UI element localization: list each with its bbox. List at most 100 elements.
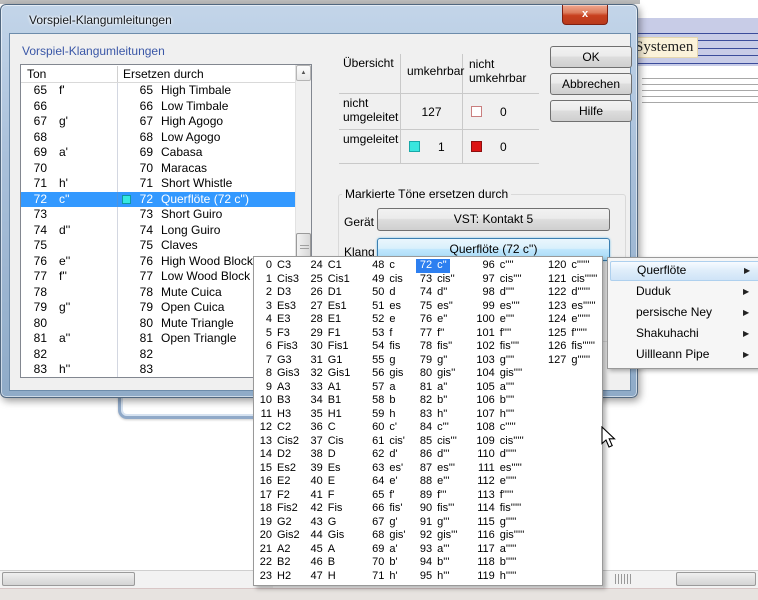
close-button[interactable]: x bbox=[562, 5, 608, 25]
column-header-ersetzen-durch[interactable]: Ersetzen durch bbox=[123, 67, 204, 81]
note-cell[interactable]: 121cis'''''' bbox=[544, 273, 602, 287]
note-cell[interactable]: 88e''' bbox=[416, 475, 473, 489]
note-cell[interactable]: 73cis'' bbox=[416, 273, 473, 287]
note-cell[interactable]: 103g'''' bbox=[473, 354, 545, 368]
tone-row[interactable]: 69a'69Cabasa bbox=[21, 145, 295, 161]
note-cell[interactable]: 124e'''''' bbox=[544, 313, 602, 327]
note-cell[interactable]: 96c'''' bbox=[473, 259, 545, 273]
note-cell[interactable]: 68gis' bbox=[368, 529, 416, 543]
note-cell[interactable]: 102fis'''' bbox=[473, 340, 545, 354]
note-cell[interactable]: 63es' bbox=[368, 462, 416, 476]
note-cell[interactable]: 119h''''' bbox=[473, 570, 545, 584]
note-cell[interactable]: 56gis bbox=[368, 367, 416, 381]
note-cell[interactable]: 6Fis3 bbox=[258, 340, 307, 354]
note-cell[interactable]: 106b'''' bbox=[473, 394, 545, 408]
note-cell[interactable]: 12C2 bbox=[258, 421, 307, 435]
note-cell[interactable]: 10B3 bbox=[258, 394, 307, 408]
note-cell[interactable]: 15Es2 bbox=[258, 462, 307, 476]
note-cell[interactable]: 24C1 bbox=[307, 259, 369, 273]
note-cell[interactable]: 127g'''''' bbox=[544, 354, 602, 368]
note-cell[interactable]: 97cis'''' bbox=[473, 273, 545, 287]
note-cell[interactable]: 107h'''' bbox=[473, 408, 545, 422]
note-cell[interactable]: 98d'''' bbox=[473, 286, 545, 300]
note-cell[interactable]: 65f' bbox=[368, 489, 416, 503]
note-cell[interactable]: 21A2 bbox=[258, 543, 307, 557]
note-cell[interactable]: 19G2 bbox=[258, 516, 307, 530]
tone-row[interactable]: 6666Low Timbale bbox=[21, 99, 295, 115]
note-cell[interactable]: 27Es1 bbox=[307, 300, 369, 314]
note-cell[interactable]: 13Cis2 bbox=[258, 435, 307, 449]
note-cell[interactable]: 125f'''''' bbox=[544, 327, 602, 341]
note-cell[interactable]: 38D bbox=[307, 448, 369, 462]
note-cell[interactable]: 48c bbox=[368, 259, 416, 273]
note-cell[interactable]: 32Gis1 bbox=[307, 367, 369, 381]
note-cell[interactable]: 116gis''''' bbox=[473, 529, 545, 543]
note-cell[interactable]: 25Cis1 bbox=[307, 273, 369, 287]
note-cell[interactable]: 122d'''''' bbox=[544, 286, 602, 300]
note-cell[interactable]: 67g' bbox=[368, 516, 416, 530]
splitter-grip[interactable] bbox=[615, 574, 631, 584]
note-cell[interactable]: 120c'''''' bbox=[544, 259, 602, 273]
note-cell[interactable]: 28E1 bbox=[307, 313, 369, 327]
note-cell[interactable]: 14D2 bbox=[258, 448, 307, 462]
note-cell[interactable]: 101f'''' bbox=[473, 327, 545, 341]
note-cell[interactable]: 123es'''''' bbox=[544, 300, 602, 314]
note-cell[interactable]: 34B1 bbox=[307, 394, 369, 408]
note-cell[interactable]: 43G bbox=[307, 516, 369, 530]
note-cell[interactable]: 60c' bbox=[368, 421, 416, 435]
scroll-up-icon[interactable]: ▲ bbox=[296, 65, 311, 81]
note-cell[interactable]: 104gis'''' bbox=[473, 367, 545, 381]
note-cell[interactable]: 51es bbox=[368, 300, 416, 314]
note-cell[interactable]: 117a''''' bbox=[473, 543, 545, 557]
note-cell[interactable]: 87es''' bbox=[416, 462, 473, 476]
column-header-ton[interactable]: Ton bbox=[27, 67, 46, 81]
note-cell[interactable]: 94b''' bbox=[416, 556, 473, 570]
note-cell[interactable]: 9A3 bbox=[258, 381, 307, 395]
note-cell[interactable]: 40E bbox=[307, 475, 369, 489]
note-cell[interactable]: 49cis bbox=[368, 273, 416, 287]
note-cell[interactable]: 57a bbox=[368, 381, 416, 395]
note-cell[interactable]: 45A bbox=[307, 543, 369, 557]
note-cell[interactable]: 114fis''''' bbox=[473, 502, 545, 516]
note-cell[interactable]: 90fis''' bbox=[416, 502, 473, 516]
device-button[interactable]: VST: Kontakt 5 bbox=[377, 208, 610, 231]
note-cell[interactable]: 39Es bbox=[307, 462, 369, 476]
note-cell[interactable]: 5F3 bbox=[258, 327, 307, 341]
note-cell[interactable]: 8Gis3 bbox=[258, 367, 307, 381]
note-cell[interactable]: 55g bbox=[368, 354, 416, 368]
note-cell[interactable]: 52e bbox=[368, 313, 416, 327]
note-cell[interactable]: 115g''''' bbox=[473, 516, 545, 530]
note-cell[interactable]: 100e'''' bbox=[473, 313, 545, 327]
note-cell[interactable]: 72c'' bbox=[416, 259, 473, 273]
note-cell[interactable]: 112e''''' bbox=[473, 475, 545, 489]
background-hscrollbar-thumb[interactable] bbox=[2, 572, 135, 586]
note-cell[interactable]: 47H bbox=[307, 570, 369, 584]
note-cell[interactable]: 17F2 bbox=[258, 489, 307, 503]
note-cell[interactable]: 64e' bbox=[368, 475, 416, 489]
tone-row[interactable]: 72c''72Querflöte (72 c'') bbox=[21, 192, 295, 208]
hilfe-button[interactable]: Hilfe bbox=[550, 100, 632, 122]
note-cell[interactable]: 2D3 bbox=[258, 286, 307, 300]
tone-row[interactable]: 7575Claves bbox=[21, 238, 295, 254]
note-cell[interactable]: 50d bbox=[368, 286, 416, 300]
note-cell[interactable]: 81a'' bbox=[416, 381, 473, 395]
note-cell[interactable]: 80gis'' bbox=[416, 367, 473, 381]
context-menu-item[interactable]: persische Ney▶ bbox=[610, 303, 758, 323]
tone-row[interactable]: 7373Short Guiro bbox=[21, 207, 295, 223]
note-cell[interactable]: 53f bbox=[368, 327, 416, 341]
note-cell[interactable]: 71h' bbox=[368, 570, 416, 584]
note-cell[interactable]: 69a' bbox=[368, 543, 416, 557]
note-cell[interactable]: 79g'' bbox=[416, 354, 473, 368]
note-cell[interactable]: 20Gis2 bbox=[258, 529, 307, 543]
note-cell[interactable]: 26D1 bbox=[307, 286, 369, 300]
ok-button[interactable]: OK bbox=[550, 46, 632, 68]
note-cell[interactable]: 18Fis2 bbox=[258, 502, 307, 516]
note-cell[interactable]: 110d''''' bbox=[473, 448, 545, 462]
note-cell[interactable]: 7G3 bbox=[258, 354, 307, 368]
note-cell[interactable]: 95h''' bbox=[416, 570, 473, 584]
note-cell[interactable]: 84c''' bbox=[416, 421, 473, 435]
context-menu-item[interactable]: Shakuhachi▶ bbox=[610, 324, 758, 344]
note-cell[interactable]: 11H3 bbox=[258, 408, 307, 422]
context-menu-item[interactable]: Querflöte▶ bbox=[610, 261, 758, 281]
note-cell[interactable]: 91g''' bbox=[416, 516, 473, 530]
